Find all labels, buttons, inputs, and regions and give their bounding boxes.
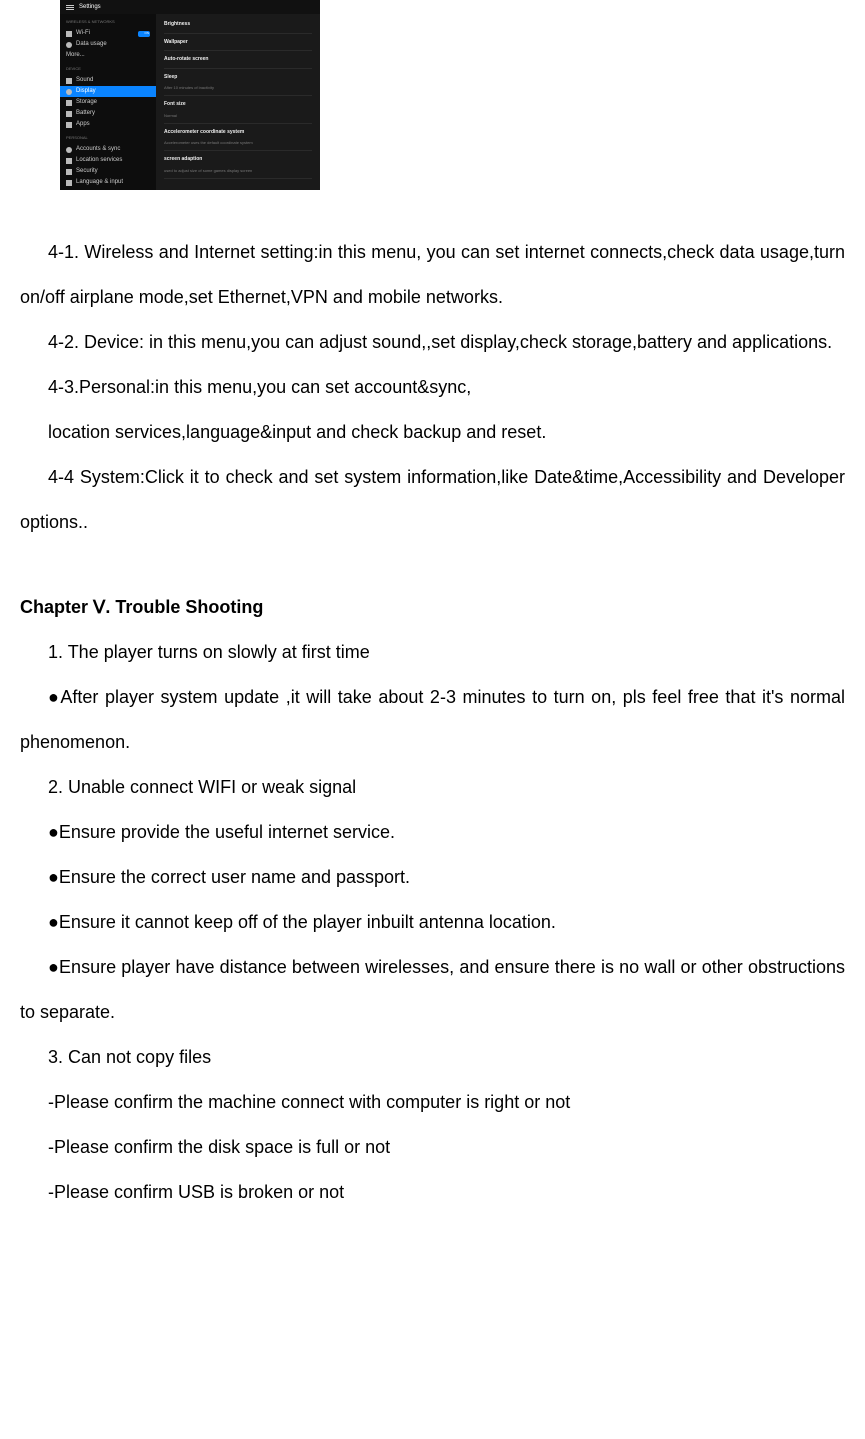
embedded-settings-screenshot: Settings WIRELESS & NETWORKS Wi-Fi ON Da… [60,0,320,190]
sidebar-label: Backup & reset [76,186,117,190]
main-item-brightness[interactable]: Brightness [164,16,312,34]
main-title: Sleep [164,71,312,84]
paragraph-4-4: 4-4 System:Click it to check and set sys… [20,455,845,545]
main-item-wallpaper[interactable]: Wallpaper [164,34,312,52]
sidebar-item-battery[interactable]: Battery [60,108,156,119]
main-item-adapt[interactable]: screen adaption used to adjust size of s… [164,151,312,179]
ts-3-bullet2: -Please confirm the disk space is full o… [20,1125,845,1170]
ts-2-bullet1: ●Ensure provide the useful internet serv… [20,810,845,855]
screenshot-main: Brightness Wallpaper Auto-rotate screen … [156,14,320,190]
screenshot-sidebar: WIRELESS & NETWORKS Wi-Fi ON Data usage … [60,14,156,190]
sidebar-item-sound[interactable]: Sound [60,75,156,86]
location-icon [66,158,72,164]
section-device: DEVICE [60,61,156,75]
ts-1-bullet: ●After player system update ,it will tak… [20,675,845,765]
main-item-accel[interactable]: Accelerometer coordinate system Accelero… [164,124,312,152]
chapter-heading: Chapter Ⅴ. Trouble Shooting [20,585,845,630]
ts-3-bullet3: -Please confirm USB is broken or not [20,1170,845,1215]
screenshot-header: Settings [60,0,320,14]
main-title: Font size [164,98,312,111]
main-title: screen adaption [164,153,312,166]
data-usage-icon [66,42,72,48]
wifi-icon [66,31,72,37]
sync-icon [66,147,72,153]
sidebar-item-wifi[interactable]: Wi-Fi ON [60,28,156,39]
paragraph-4-3-line2: location services,language&input and che… [20,410,845,455]
sidebar-item-storage[interactable]: Storage [60,97,156,108]
sidebar-item-backup[interactable]: Backup & reset [60,188,156,190]
ts-2-bullet4: ●Ensure player have distance between wir… [20,945,845,1035]
screenshot-body: WIRELESS & NETWORKS Wi-Fi ON Data usage … [60,14,320,190]
main-sub: After 10 minutes of inactivity [164,83,312,93]
main-sub: used to adjust size of some games displa… [164,166,312,176]
main-sub: Normal [164,111,312,121]
main-item-font[interactable]: Font size Normal [164,96,312,124]
main-item-sleep[interactable]: Sleep After 10 minutes of inactivity [164,69,312,97]
main-item-autorotate[interactable]: Auto-rotate screen [164,51,312,69]
screenshot-title: Settings [79,0,101,15]
wifi-switch[interactable]: ON [138,31,150,37]
sidebar-item-apps[interactable]: Apps [60,119,156,130]
sidebar-item-location[interactable]: Location services [60,155,156,166]
main-title: Auto-rotate screen [164,53,312,66]
paragraph-4-1: 4-1. Wireless and Internet setting:in th… [20,230,845,320]
paragraph-4-3-line1: 4-3.Personal:in this menu,you can set ac… [20,365,845,410]
ts-3-bullet1: -Please confirm the machine connect with… [20,1080,845,1125]
paragraph-4-2: 4-2. Device: in this menu,you can adjust… [20,320,845,365]
display-icon [66,89,72,95]
sound-icon [66,78,72,84]
section-wireless: WIRELESS & NETWORKS [60,14,156,28]
apps-icon [66,122,72,128]
main-title: Brightness [164,18,312,31]
sidebar-item-display[interactable]: Display [60,86,156,97]
main-title: Accelerometer coordinate system [164,126,312,139]
main-title: Wallpaper [164,36,312,49]
language-icon [66,180,72,186]
battery-icon [66,111,72,117]
ts-1: 1. The player turns on slowly at first t… [20,630,845,675]
lock-icon [66,169,72,175]
main-sub: Accelerometer uses the default coordinat… [164,138,312,148]
ts-2: 2. Unable connect WIFI or weak signal [20,765,845,810]
storage-icon [66,100,72,106]
sidebar-item-more[interactable]: More... [60,50,156,61]
ts-2-bullet2: ●Ensure the correct user name and passpo… [20,855,845,900]
ts-2-bullet3: ●Ensure it cannot keep off of the player… [20,900,845,945]
ts-3: 3. Can not copy files [20,1035,845,1080]
settings-icon [66,3,74,11]
